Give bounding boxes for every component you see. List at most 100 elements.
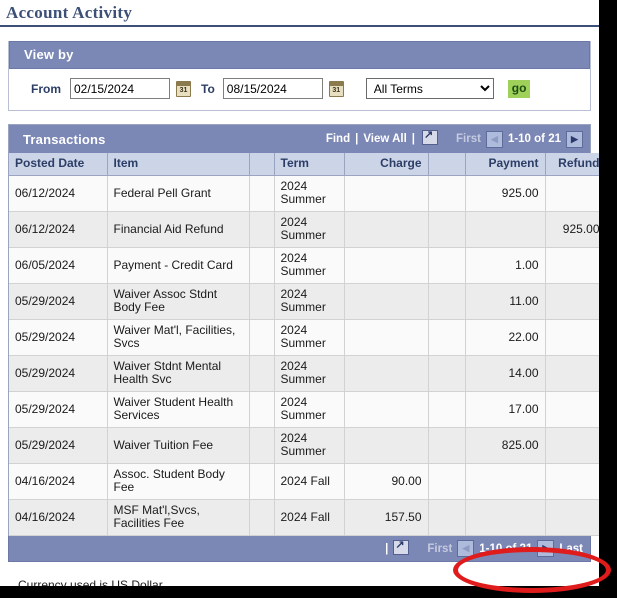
cell-blank-2 xyxy=(428,499,466,536)
view-by-body: From 31 To 31 All Terms2024 Summer2024 F… xyxy=(9,69,590,110)
cell-payment: 17.00 xyxy=(465,391,546,428)
cell-term: 2024 Summer xyxy=(274,355,345,392)
account-activity-page: Account Activity View by From 31 To 31 A… xyxy=(0,0,599,586)
page-title-text: Account Activity xyxy=(6,3,133,22)
cell-payment xyxy=(465,211,546,248)
cell-blank-2 xyxy=(428,211,466,248)
cell-blank-2 xyxy=(428,463,466,500)
cell-item: Waiver Student Health Services xyxy=(107,391,250,428)
cell-blank-1 xyxy=(249,319,275,356)
cell-posted-date: 04/16/2024 xyxy=(9,499,108,536)
cell-charge xyxy=(344,427,429,464)
cell-payment: 11.00 xyxy=(465,283,546,320)
cell-term: 2024 Summer xyxy=(274,427,345,464)
cell-blank-1 xyxy=(249,175,275,212)
last-page-label[interactable]: Last xyxy=(559,543,583,555)
from-date-input[interactable] xyxy=(70,78,170,99)
new-window-icon[interactable] xyxy=(393,538,410,555)
first-page-label[interactable]: First xyxy=(456,133,481,145)
nav-separator: | xyxy=(411,133,416,145)
cell-term: 2024 Summer xyxy=(274,175,345,212)
find-link[interactable]: Find xyxy=(326,133,350,145)
cell-blank-1 xyxy=(249,283,275,320)
cell-blank-2 xyxy=(428,391,466,428)
table-head: Posted Date Item Term Charge Payment Ref… xyxy=(9,153,599,176)
cell-item: Waiver Assoc Stdnt Body Fee xyxy=(107,283,250,320)
cell-payment: 825.00 xyxy=(465,427,546,464)
table-header-row: Posted Date Item Term Charge Payment Ref… xyxy=(9,153,599,176)
column-header-refund[interactable]: Refund xyxy=(545,153,599,176)
cell-refund: 925.00 xyxy=(545,211,599,248)
column-header-blank-2 xyxy=(428,153,466,176)
previous-page-icon[interactable]: ◀ xyxy=(457,540,475,557)
cell-posted-date: 05/29/2024 xyxy=(9,355,108,392)
cell-blank-1 xyxy=(249,427,275,464)
column-header-posted-date[interactable]: Posted Date xyxy=(9,153,108,176)
cell-refund xyxy=(545,355,599,392)
cell-refund xyxy=(545,499,599,536)
column-header-item[interactable]: Item xyxy=(107,153,250,176)
to-label: To xyxy=(201,81,215,96)
go-button[interactable]: go xyxy=(507,79,531,98)
table-row: 06/12/2024 Financial Aid Refund 2024 Summe… xyxy=(9,211,599,248)
cell-blank-1 xyxy=(249,247,275,284)
cell-term: 2024 Summer xyxy=(274,319,345,356)
cell-refund xyxy=(545,175,599,212)
previous-page-icon[interactable]: ◀ xyxy=(485,130,503,148)
cell-charge xyxy=(344,175,429,212)
cell-blank-1 xyxy=(249,463,275,500)
column-header-charge[interactable]: Charge xyxy=(344,153,429,176)
title-divider xyxy=(0,25,599,27)
to-date-input[interactable] xyxy=(222,78,323,99)
from-calendar-icon[interactable]: 31 xyxy=(176,80,191,97)
table-row: 05/29/2024 Waiver Student Health Services… xyxy=(9,391,599,428)
cell-posted-date: 06/12/2024 xyxy=(9,211,108,248)
grid-pager-top: First ◀ 1-10 of 21 ▶ xyxy=(456,130,583,148)
cell-posted-date: 04/16/2024 xyxy=(9,463,108,500)
table-row: 05/29/2024 Waiver Mat'l, Facilities, Svcs… xyxy=(9,319,599,356)
cell-item: Waiver Tuition Fee xyxy=(107,427,250,464)
cell-payment xyxy=(465,499,546,536)
column-header-payment[interactable]: Payment xyxy=(465,153,546,176)
cell-blank-1 xyxy=(249,211,275,248)
cell-charge: 90.00 xyxy=(344,463,429,500)
cell-blank-2 xyxy=(428,427,466,464)
transactions-title: Transactions xyxy=(23,131,106,147)
table-row: 06/12/2024 Federal Pell Grant 2024 Summer 9… xyxy=(9,175,599,212)
cell-payment: 22.00 xyxy=(465,319,546,356)
cell-blank-1 xyxy=(249,355,275,392)
cell-blank-2 xyxy=(428,247,466,284)
page-range-label: 1-10 of 21 xyxy=(479,542,533,555)
next-page-icon[interactable]: ▶ xyxy=(566,130,583,148)
transactions-header-bar: Transactions Find | View All | First ◀ 1… xyxy=(9,125,590,153)
cell-refund xyxy=(545,247,599,284)
first-page-label[interactable]: First xyxy=(427,543,452,555)
cell-blank-2 xyxy=(428,319,466,356)
cell-charge xyxy=(344,247,429,284)
view-all-link[interactable]: View All xyxy=(363,133,406,145)
column-header-term[interactable]: Term xyxy=(274,153,345,176)
page-title: Account Activity xyxy=(0,0,599,25)
from-label: From xyxy=(31,81,61,96)
cell-posted-date: 06/12/2024 xyxy=(9,175,108,212)
cell-posted-date: 05/29/2024 xyxy=(9,427,108,464)
view-by-panel: View by From 31 To 31 All Terms2024 Summ… xyxy=(8,41,591,111)
cell-term: 2024 Fall xyxy=(274,499,345,536)
cell-charge xyxy=(344,211,429,248)
table-row: 04/16/2024 MSF Mat'l,Svcs, Facilities Fee… xyxy=(9,499,599,536)
calendar-icon-day: 31 xyxy=(179,86,188,94)
cell-term: 2024 Summer xyxy=(274,391,345,428)
cell-refund xyxy=(545,319,599,356)
new-window-icon[interactable] xyxy=(422,128,439,145)
cell-blank-1 xyxy=(249,499,275,536)
next-page-icon[interactable]: ▶ xyxy=(537,540,555,557)
cell-blank-2 xyxy=(428,283,466,320)
table-row: 04/16/2024 Assoc. Student Body Fee 2024 Fa… xyxy=(9,463,599,500)
cell-term: 2024 Fall xyxy=(274,463,345,500)
cell-charge: 157.50 xyxy=(344,499,429,536)
term-select[interactable]: All Terms2024 Summer2024 Fall xyxy=(365,78,494,99)
cell-payment: 14.00 xyxy=(465,355,546,392)
footer-pager: First ◀ 1-10 of 21 ▶ Last xyxy=(427,540,583,557)
to-calendar-icon[interactable]: 31 xyxy=(328,80,344,97)
cell-item: Financial Aid Refund xyxy=(107,211,250,248)
